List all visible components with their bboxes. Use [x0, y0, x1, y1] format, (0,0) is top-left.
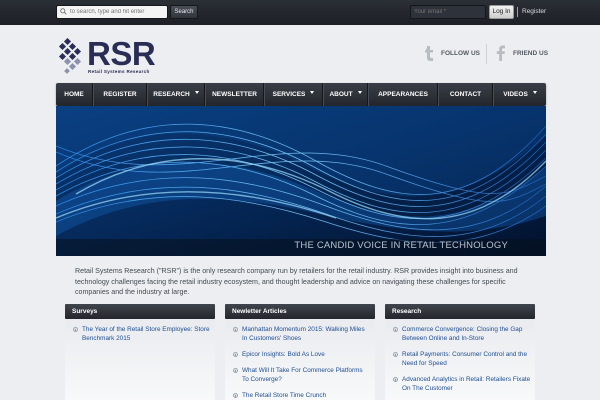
nav-label: RESEARCH: [153, 91, 190, 98]
list-item[interactable]: The Year of the Retail Store Employee: S…: [65, 325, 215, 343]
nav-item-home[interactable]: HOME: [56, 83, 93, 106]
list-item[interactable]: Epicor Insights: Bold As Love: [225, 350, 375, 359]
friend-us-label: FRIEND US: [513, 50, 549, 57]
chevron-down-icon: [310, 91, 315, 94]
list-item-label: The Year of the Retail Store Employee: S…: [82, 326, 210, 342]
list-item-label: The Retail Store Time Crunch: [242, 392, 327, 399]
logo-subtitle: Retail Systems Research: [88, 69, 150, 74]
nav-label: APPEARANCES: [378, 91, 428, 98]
nav-label: ABOUT: [329, 91, 353, 98]
chevron-down-icon: [532, 91, 537, 94]
intro-text: Retail Systems Research ("RSR") is the o…: [75, 267, 518, 296]
list-item[interactable]: Advanced Analytics in Retail: Retailers …: [385, 375, 535, 393]
login-button[interactable]: Log In: [489, 5, 514, 19]
hero-banner: THE CANDID VOICE IN RETAIL TECHNOLOGY: [56, 106, 546, 256]
list-item[interactable]: Commerce Convergence: Closing the Gap Be…: [385, 325, 535, 343]
panel-body: The Year of the Retail Store Employee: S…: [65, 319, 215, 400]
surveys-panel: Surveys The Year of the Retail Store Emp…: [65, 304, 215, 400]
list-item[interactable]: Manhattan Momentum 2015: Walking Miles I…: [225, 325, 375, 343]
nav-item-about[interactable]: ABOUT: [323, 83, 368, 106]
nav-item-newsletter[interactable]: NEWSLETTER: [205, 83, 264, 106]
list-item[interactable]: The Retail Store Time Crunch: [225, 391, 375, 400]
chevron-down-icon: [194, 91, 199, 94]
register-link[interactable]: Register: [522, 8, 546, 15]
chevron-down-icon: [357, 91, 362, 94]
wave-graphic: [56, 106, 546, 256]
panel-body: Commerce Convergence: Closing the Gap Be…: [385, 319, 535, 400]
panel-body: Manhattan Momentum 2015: Walking Miles I…: [225, 319, 375, 400]
arrow-bullet-icon: [393, 377, 398, 382]
logo-wordmark: RSR: [87, 35, 156, 72]
panel-title: Research: [385, 304, 535, 319]
list-item[interactable]: Retail Payments: Consumer Control and th…: [385, 350, 535, 368]
nav-label: HOME: [64, 91, 84, 98]
panel-title: Newletter Articles: [225, 304, 375, 319]
divider: [517, 7, 518, 17]
nav-item-contact[interactable]: CONTACT: [438, 83, 493, 106]
search-icon: [60, 8, 67, 15]
newsletter-panel: Newletter Articles Manhattan Momentum 20…: [225, 304, 375, 400]
nav-item-appearances[interactable]: APPEARANCES: [368, 83, 438, 106]
nav-item-videos[interactable]: VIDEOS: [493, 83, 546, 106]
top-bar: Search Log In Register: [0, 0, 600, 25]
divider: [486, 44, 487, 64]
list-item-label: Epicor Insights: Bold As Love: [242, 351, 325, 358]
nav-label: NEWSLETTER: [212, 91, 257, 98]
arrow-bullet-icon: [393, 352, 398, 357]
banner-tagline: THE CANDID VOICE IN RETAIL TECHNOLOGY: [294, 240, 508, 251]
search-button[interactable]: Search: [170, 5, 198, 19]
list-item-label: What Will It Take For Commerce Platforms…: [242, 367, 363, 383]
list-item-label: Commerce Convergence: Closing the Gap Be…: [402, 326, 523, 342]
arrow-bullet-icon: [233, 352, 238, 357]
list-item-label: Advanced Analytics in Retail: Retailers …: [402, 376, 531, 392]
tumblr-icon: [425, 46, 433, 61]
arrow-bullet-icon: [73, 327, 78, 332]
logo-diamond-icon: [58, 38, 82, 74]
panel-title: Surveys: [65, 304, 215, 319]
nav-label: SERVICES: [272, 91, 306, 98]
arrow-bullet-icon: [233, 327, 238, 332]
main-nav: HOME REGISTER RESEARCH NEWSLETTER SERVIC…: [56, 83, 546, 106]
arrow-bullet-icon: [233, 393, 238, 398]
email-field[interactable]: [410, 5, 486, 19]
follow-us-label: FOLLOW US: [441, 50, 480, 57]
nav-label: CONTACT: [449, 91, 482, 98]
list-item-label: Retail Payments: Consumer Control and th…: [402, 351, 528, 367]
facebook-icon: [496, 45, 505, 61]
nav-label: VIDEOS: [503, 91, 528, 98]
list-item[interactable]: What Will It Take For Commerce Platforms…: [225, 366, 375, 384]
nav-label: REGISTER: [103, 91, 137, 98]
arrow-bullet-icon: [393, 327, 398, 332]
search-input[interactable]: [56, 5, 168, 19]
search-form: Search: [56, 5, 198, 19]
nav-item-research[interactable]: RESEARCH: [147, 83, 205, 106]
research-panel: Research Commerce Convergence: Closing t…: [385, 304, 535, 400]
rsr-logo[interactable]: RSR Retail Systems Research: [56, 35, 166, 76]
nav-item-register[interactable]: REGISTER: [93, 83, 147, 106]
nav-item-services[interactable]: SERVICES: [264, 83, 323, 106]
arrow-bullet-icon: [233, 368, 238, 373]
list-item-label: Manhattan Momentum 2015: Walking Miles I…: [242, 326, 365, 342]
